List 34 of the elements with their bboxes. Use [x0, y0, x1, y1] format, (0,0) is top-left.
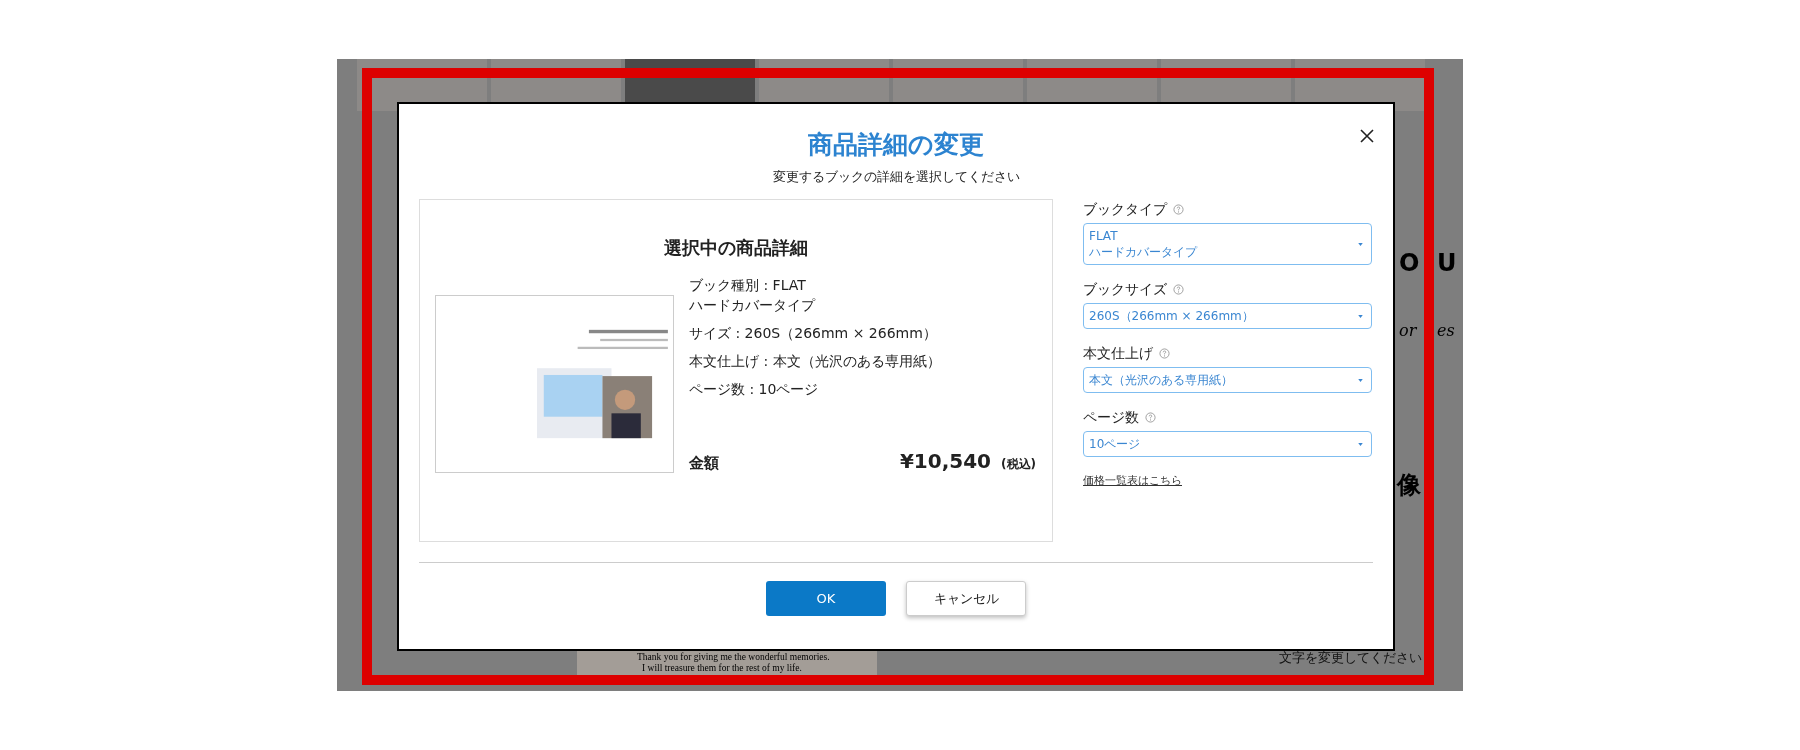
- close-icon[interactable]: [1359, 128, 1375, 144]
- background-caption: Thank you for giving me the wonderful memories.: [637, 652, 830, 663]
- background-script-text: or: [1399, 321, 1417, 340]
- caret-icon: [1358, 314, 1363, 318]
- detail-text: ページ数 : 10ページ: [689, 380, 820, 399]
- option-label: ブックサイズ: [1083, 280, 1167, 299]
- caret-icon: [1358, 242, 1363, 246]
- background-headline: U: [1437, 249, 1457, 277]
- summary-heading: 選択中の商品詳細: [662, 236, 809, 260]
- option-label: ブックタイプ: [1083, 200, 1167, 219]
- select-field[interactable]: 10ページ: [1083, 431, 1372, 457]
- select-field[interactable]: FLAT ハードカバータイプ: [1083, 223, 1372, 265]
- price-label: 金額: [689, 454, 719, 473]
- tax-note: (税込): [1001, 457, 1036, 471]
- price: ¥10,540: [899, 449, 992, 473]
- background-headline: 像: [1397, 470, 1421, 501]
- background-script-text: es: [1437, 321, 1455, 340]
- option-label: 本文仕上げ: [1083, 344, 1153, 363]
- dialog-subtitle: 変更するブックの詳細を選択してください: [771, 168, 1021, 186]
- caret-icon: [1358, 378, 1363, 382]
- price-list-link[interactable]: 価格一覧表はこちら: [1083, 473, 1182, 488]
- caret-icon: [1358, 442, 1363, 446]
- background-note: 文字を変更してください: [1279, 649, 1422, 667]
- detail-text: ブック種別 : FLAT ハードカバータイプ: [689, 276, 817, 315]
- detail-text: 本文仕上げ : 本文（光沢のある専用紙）: [689, 352, 942, 371]
- select-field[interactable]: 本文（光沢のある専用紙）: [1083, 367, 1372, 393]
- detail-text: サイズ : 260S（266mm × 266mm）: [689, 324, 938, 343]
- option-label: ページ数: [1083, 408, 1139, 427]
- ok-button[interactable]: OK: [766, 581, 886, 616]
- select-field[interactable]: 260S（266mm × 266mm）: [1083, 303, 1372, 329]
- background-caption: I will treasure them for the rest of my life.: [642, 663, 802, 674]
- cancel-button[interactable]: キャンセル: [906, 581, 1026, 616]
- dialog-title: 商品詳細の変更: [807, 129, 985, 161]
- background-headline: O: [1399, 249, 1420, 277]
